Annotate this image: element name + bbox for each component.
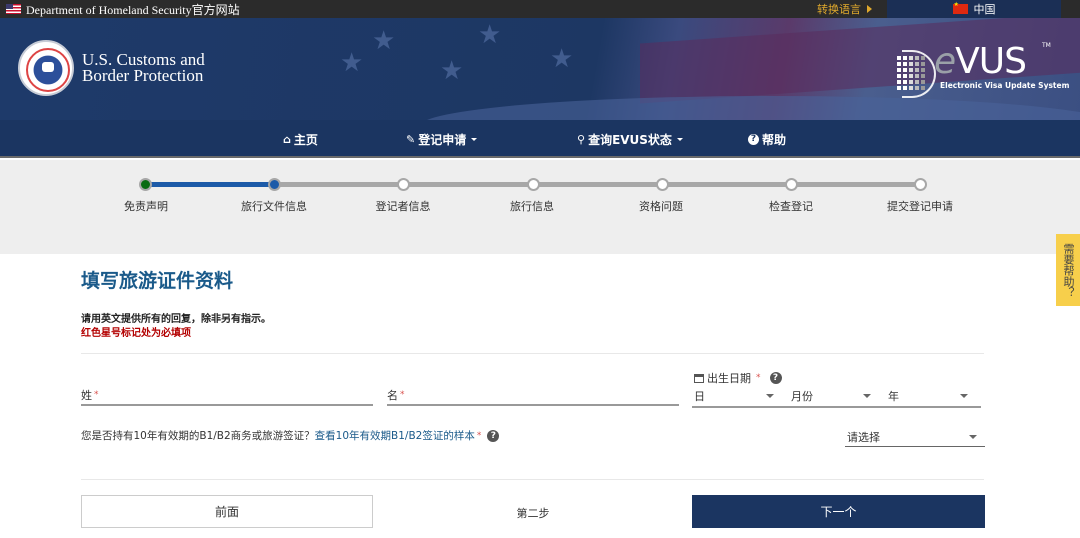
cbp-wordmark: U.S. Customs and Border Protection — [82, 51, 205, 85]
instruction-text: 请用英文提供所有的回复，除非另有指示。 — [81, 314, 271, 325]
step-label: 资格问题 — [639, 200, 683, 213]
star-icon: ★ — [478, 20, 502, 50]
step-label: 登记者信息 — [375, 200, 431, 213]
evus-vus: VUS — [955, 41, 1027, 82]
nav-check-status-label: 查询EVUS状态 — [588, 132, 672, 147]
caret-right-icon — [867, 5, 872, 13]
question-circle-icon: ? — [748, 133, 759, 145]
nav-apply-label: 登记申请 — [418, 132, 467, 147]
dob-month-select[interactable]: 月份 — [791, 386, 879, 406]
nav-help-label: 帮助 — [762, 132, 787, 147]
chevron-down-icon — [471, 137, 478, 141]
cbp-logo[interactable]: U.S. Customs and Border Protection — [18, 40, 205, 96]
progress-segment-complete — [146, 182, 275, 187]
step-dot-complete — [139, 178, 152, 191]
nav-check-status[interactable]: ⚲ 查询EVUS状态 — [577, 120, 683, 158]
dhs-label: Department of Homeland Security官方网站 — [26, 2, 240, 17]
dob-year-select[interactable]: 年 — [888, 386, 976, 406]
visa-question: 您是否持有10年有效期的B1/B2商务或旅游签证？ 查看10年有效期B1/B2签… — [81, 428, 500, 443]
help-icon[interactable]: ? — [769, 372, 782, 384]
china-flag-icon — [952, 1, 968, 14]
step-label: 旅行文件信息 — [241, 200, 307, 213]
step-dot-pending — [527, 178, 540, 191]
visa-select-value: 请选择 — [847, 430, 880, 444]
dob-month-value: 月份 — [791, 390, 813, 403]
progress-segment-pending — [275, 182, 921, 187]
star-icon: ★ — [340, 48, 364, 78]
cbp-line-2: Border Protection — [82, 66, 204, 85]
step-dot-current — [268, 178, 281, 191]
dhs-link[interactable]: Department of Homeland Security官方网站 — [6, 1, 240, 17]
visa-sample-link[interactable]: 查看10年有效期B1/B2签证的样本 — [315, 428, 475, 443]
help-icon[interactable]: ? — [487, 429, 500, 442]
step-label: 旅行信息 — [510, 200, 554, 213]
nav-help[interactable]: ? 帮助 — [748, 120, 786, 158]
next-button[interactable]: 下一个 — [692, 495, 985, 528]
home-icon: ⌂ — [283, 132, 291, 146]
divider — [81, 479, 984, 480]
nav-apply[interactable]: ✎ 登记申请 — [406, 120, 478, 158]
nav-home[interactable]: ⌂ 主页 — [283, 120, 318, 158]
divider — [81, 353, 984, 354]
switch-language-button[interactable]: 转换语言 — [817, 0, 872, 18]
required-asterisk: * — [476, 430, 482, 441]
switch-language-label: 转换语言 — [817, 3, 861, 16]
us-flag-icon — [6, 4, 21, 14]
evus-arc-decoration — [902, 50, 936, 98]
given-name-field[interactable]: 名 * — [387, 386, 679, 406]
star-icon: ★ — [550, 44, 574, 74]
surname-label: 姓 — [81, 389, 92, 402]
evus-subtitle: Electronic Visa Update System — [940, 81, 1070, 90]
nav-home-label: 主页 — [293, 132, 318, 147]
previous-button[interactable]: 前面 — [81, 495, 373, 528]
trademark-mark: TM — [1042, 42, 1051, 49]
required-asterisk: * — [756, 373, 761, 383]
star-icon: ★ — [440, 56, 464, 86]
step-indicator: 第二步 — [516, 507, 550, 520]
dob-day-select[interactable]: 日 — [694, 386, 782, 406]
evus-logo[interactable]: eVUS TM Electronic Visa Update System — [890, 38, 1069, 103]
required-note: 红色星号标记处为必填项 — [81, 328, 191, 339]
evus-e: e — [934, 41, 956, 82]
dropdown-arrow-icon — [969, 434, 977, 439]
dob-label: 出生日期 * ? — [694, 370, 782, 386]
required-asterisk: * — [94, 390, 99, 400]
step-dot-pending — [914, 178, 927, 191]
dob-day-value: 日 — [694, 390, 705, 403]
visa-question-text: 您是否持有10年有效期的B1/B2商务或旅游签证？ — [81, 430, 315, 442]
main-nav: ⌂ 主页 ✎ 登记申请 ⚲ 查询EVUS状态 ? 帮助 — [0, 120, 1080, 158]
chevron-down-icon — [676, 137, 683, 141]
pencil-icon: ✎ — [406, 132, 416, 146]
dob-label-text: 出生日期 — [707, 372, 751, 385]
current-language[interactable]: 中国 — [887, 0, 1061, 18]
dhs-seal-icon — [18, 40, 74, 96]
dob-year-value: 年 — [888, 390, 899, 403]
star-icon: ★ — [372, 26, 396, 56]
surname-field[interactable]: 姓 * — [81, 386, 373, 406]
visa-select[interactable]: 请选择 — [845, 427, 985, 447]
evus-wordmark: eVUS — [934, 40, 1027, 84]
dropdown-arrow-icon — [960, 394, 968, 398]
header-banner: ★ ★ ★ ★ ★ U.S. Customs and Border Protec… — [0, 18, 1080, 120]
step-label: 检查登记 — [769, 200, 813, 213]
step-label: 免责声明 — [124, 200, 168, 213]
dropdown-arrow-icon — [766, 394, 774, 398]
required-asterisk: * — [400, 390, 405, 400]
need-help-tab[interactable]: 需要帮助？ — [1056, 234, 1080, 306]
search-icon: ⚲ — [577, 132, 586, 146]
step-dot-pending — [656, 178, 669, 191]
calendar-icon — [694, 373, 704, 383]
page-title: 填写旅游证件资料 — [81, 270, 234, 292]
progress-tracker: 免责声明 旅行文件信息 登记者信息 旅行信息 资格问题 检查登记 提交登记申请 — [0, 160, 1080, 254]
step-label: 提交登记申请 — [887, 200, 953, 213]
step-dot-pending — [397, 178, 410, 191]
given-name-label: 名 — [387, 389, 398, 402]
dob-underline — [692, 406, 981, 408]
current-language-label: 中国 — [973, 3, 996, 16]
top-utility-bar: Department of Homeland Security官方网站 转换语言… — [0, 0, 1080, 18]
dropdown-arrow-icon — [863, 394, 871, 398]
step-dot-pending — [785, 178, 798, 191]
